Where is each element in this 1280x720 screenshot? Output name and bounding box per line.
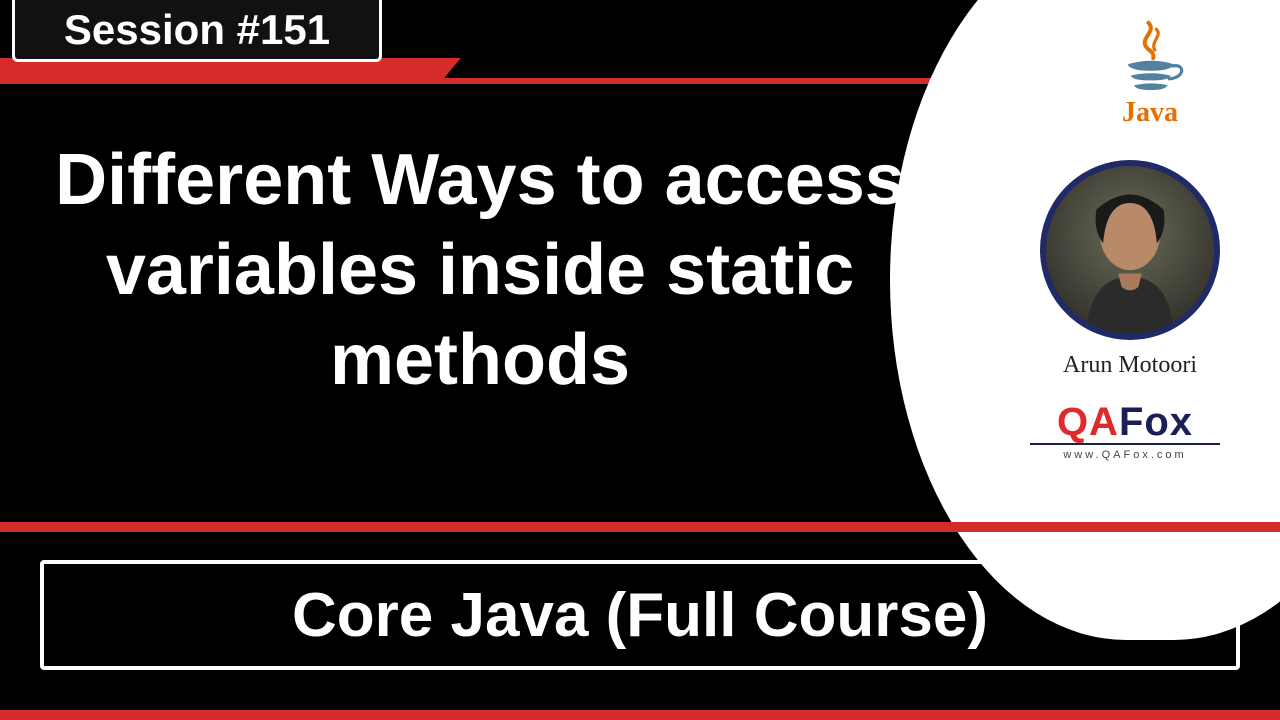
avatar — [1040, 160, 1220, 340]
course-title: Core Java (Full Course) — [292, 580, 988, 651]
java-cup-icon — [1090, 18, 1210, 103]
qafox-logo: QAFox www.QAFox.com — [1030, 400, 1220, 461]
qafox-fox: Fox — [1119, 400, 1193, 444]
main-title: Different Ways to access variables insid… — [40, 135, 920, 405]
session-label: Session #151 — [64, 6, 330, 54]
decorative-line-bottom — [0, 710, 1280, 720]
qafox-wordmark: QAFox — [1030, 400, 1220, 445]
qafox-url: www.QAFox.com — [1030, 443, 1220, 461]
course-banner: Core Java (Full Course) — [40, 560, 1240, 670]
session-badge: Session #151 — [12, 0, 382, 62]
decorative-line-mid — [0, 522, 1280, 532]
java-logo: Java — [1090, 18, 1210, 129]
java-text: Java — [1090, 97, 1210, 129]
author-name: Arun Motoori — [1030, 352, 1230, 379]
qafox-qa: QA — [1057, 400, 1119, 444]
